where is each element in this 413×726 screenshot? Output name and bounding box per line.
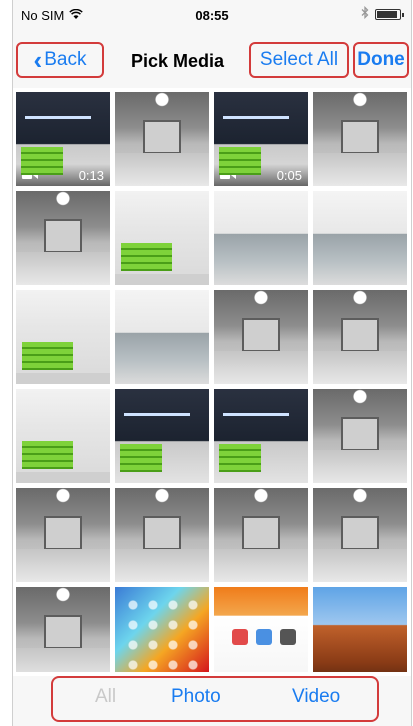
video-camera-icon — [121, 171, 137, 179]
media-thumbnail[interactable] — [115, 587, 209, 672]
media-thumbnail[interactable] — [313, 290, 407, 384]
media-thumbnail[interactable] — [115, 290, 209, 384]
video-duration: 0:05 — [78, 266, 104, 282]
media-thumbnail[interactable]: 0:07 — [313, 92, 407, 186]
video-overlay: 0:05 — [214, 164, 308, 186]
media-thumbnail[interactable] — [214, 290, 308, 384]
video-duration: 0:05 — [177, 167, 203, 183]
media-thumbnail[interactable]: 0:05 — [16, 191, 110, 285]
filter-toolbar: All Photo Video — [13, 676, 411, 726]
media-thumbnail[interactable] — [16, 389, 110, 483]
battery-icon — [375, 8, 404, 20]
video-overlay: 0:05 — [16, 263, 110, 285]
filter-video-tab[interactable]: Video — [292, 686, 340, 708]
media-thumbnail[interactable] — [16, 488, 110, 582]
media-thumbnail[interactable]: 0:05 — [214, 92, 308, 186]
media-thumbnail[interactable]: 0:13 — [16, 92, 110, 186]
status-time: 08:55 — [195, 8, 229, 23]
navigation-bar: ‹ Back Pick Media Select All Done — [13, 30, 411, 88]
media-thumbnail[interactable] — [214, 488, 308, 582]
media-thumbnail[interactable] — [115, 191, 209, 285]
video-camera-icon — [319, 171, 335, 179]
filter-all-tab[interactable]: All — [95, 686, 116, 708]
back-button[interactable]: ‹ Back — [16, 42, 104, 78]
filter-photo-tab[interactable]: Photo — [171, 686, 221, 708]
video-overlay: 0:07 — [313, 164, 407, 186]
video-duration: 0:13 — [78, 167, 104, 183]
media-thumbnail[interactable] — [16, 587, 110, 672]
media-thumbnail[interactable] — [115, 488, 209, 582]
media-thumbnail[interactable] — [214, 191, 308, 285]
video-camera-icon — [22, 270, 38, 278]
media-thumbnail[interactable]: 0:05 — [115, 92, 209, 186]
chevron-left-icon: ‹ — [33, 45, 43, 75]
video-overlay: 0:05 — [115, 164, 209, 186]
back-label: Back — [44, 49, 87, 70]
video-overlay: 0:13 — [16, 164, 110, 186]
done-button[interactable]: Done — [353, 42, 409, 78]
media-thumbnail[interactable] — [214, 587, 308, 672]
media-grid: 0:13 0:05 0:05 0:07 0:05 — [16, 92, 412, 672]
media-thumbnail[interactable] — [115, 389, 209, 483]
video-duration: 0:07 — [375, 167, 401, 183]
media-thumbnail[interactable] — [313, 488, 407, 582]
status-bar: No SIM 08:55 — [13, 0, 411, 30]
video-camera-icon — [220, 171, 236, 179]
media-thumbnail[interactable] — [214, 389, 308, 483]
video-camera-icon — [22, 171, 38, 179]
battery-level — [377, 10, 397, 18]
status-right — [361, 5, 404, 22]
media-thumbnail[interactable] — [16, 290, 110, 384]
select-all-button[interactable]: Select All — [249, 42, 349, 78]
media-thumbnail[interactable] — [313, 587, 407, 672]
video-duration: 0:05 — [276, 167, 302, 183]
page-title: Pick Media — [131, 51, 225, 71]
bluetooth-icon — [361, 5, 369, 22]
media-thumbnail[interactable] — [313, 389, 407, 483]
media-thumbnail[interactable] — [313, 191, 407, 285]
